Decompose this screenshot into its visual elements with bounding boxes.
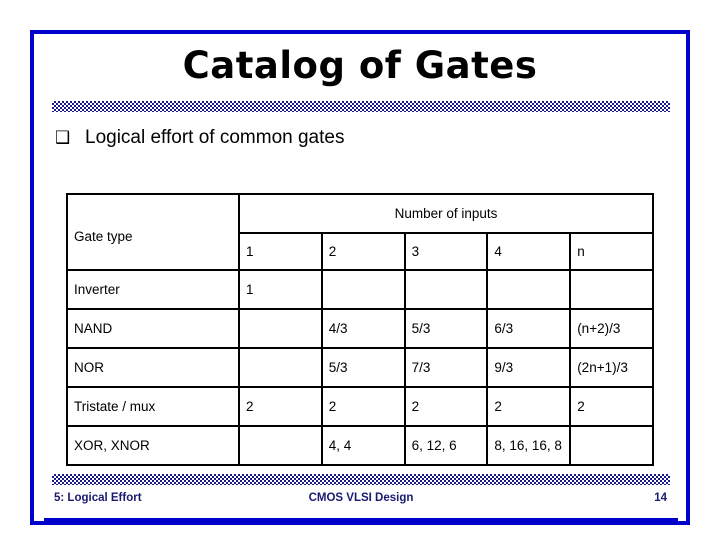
slide-footer: 5: Logical Effort CMOS VLSI Design 14 [52, 492, 670, 510]
table-row: XOR, XNOR 4, 4 6, 12, 6 8, 16, 16, 8 [66, 425, 654, 466]
cell-col-n: (n+2)/3 [569, 308, 654, 349]
cell-col-4: 6/3 [486, 308, 572, 349]
cell-col-3: 6, 12, 6 [403, 425, 489, 466]
header-col-n: n [569, 232, 654, 271]
table-header-row-group: Gate type Number of inputs [66, 193, 654, 271]
row-gate-type: NOR [66, 347, 240, 388]
slide-frame: Catalog of Gates ❑ Logical effort of com… [30, 30, 690, 525]
table-row: NOR 5/3 7/3 9/3 (2n+1)/3 [66, 347, 654, 388]
row-gate-type: Tristate / mux [66, 386, 240, 427]
cell-col-3 [403, 269, 489, 310]
header-gate-type: Gate type [66, 193, 240, 271]
table-row: Tristate / mux 2 2 2 2 2 [66, 386, 654, 427]
row-gate-type: Inverter [66, 269, 240, 310]
decorative-band-top [52, 101, 670, 112]
header-col-4: 4 [486, 232, 572, 271]
cell-col-2: 5/3 [320, 347, 406, 388]
footer-book-title: CMOS VLSI Design [308, 492, 414, 504]
cell-col-1: 2 [238, 386, 323, 427]
cell-col-n: (2n+1)/3 [569, 347, 654, 388]
cell-col-4 [486, 269, 572, 310]
cell-col-4: 9/3 [486, 347, 572, 388]
footer-page-number: 14 [654, 492, 667, 504]
cell-col-4: 2 [486, 386, 572, 427]
cell-col-3: 5/3 [403, 308, 489, 349]
cell-col-3: 7/3 [403, 347, 489, 388]
page-title: Catalog of Gates [182, 44, 538, 87]
bullet-item-label: Logical effort of common gates [85, 127, 345, 148]
bullet-square-icon: ❑ [55, 128, 71, 148]
cell-col-1 [238, 425, 323, 466]
cell-col-2 [320, 269, 406, 310]
cell-col-4: 8, 16, 16, 8 [486, 425, 572, 466]
decorative-band-bottom [52, 474, 670, 485]
table-row: NAND 4/3 5/3 6/3 (n+2)/3 [66, 308, 654, 349]
cell-col-n [569, 269, 654, 310]
cell-col-1 [238, 308, 323, 349]
cell-col-3: 2 [403, 386, 489, 427]
header-number-of-inputs: Number of inputs [238, 193, 654, 234]
row-gate-type: NAND [66, 308, 240, 349]
header-col-1: 1 [238, 232, 323, 271]
row-gate-type: XOR, XNOR [66, 425, 240, 466]
logical-effort-table: Gate type Number of inputs 1 2 3 4 n Inv… [66, 193, 654, 466]
cell-col-1: 1 [238, 269, 323, 310]
cell-col-2: 4, 4 [320, 425, 406, 466]
footer-rule [44, 518, 678, 522]
header-col-2: 2 [320, 232, 406, 271]
cell-col-2: 2 [320, 386, 406, 427]
table-row: Inverter 1 [66, 269, 654, 310]
cell-col-1 [238, 347, 323, 388]
cell-col-2: 4/3 [320, 308, 406, 349]
header-col-3: 3 [403, 232, 489, 271]
cell-col-n: 2 [569, 386, 654, 427]
bullet-list-item: ❑ Logical effort of common gates [55, 126, 655, 150]
cell-col-n [569, 425, 654, 466]
